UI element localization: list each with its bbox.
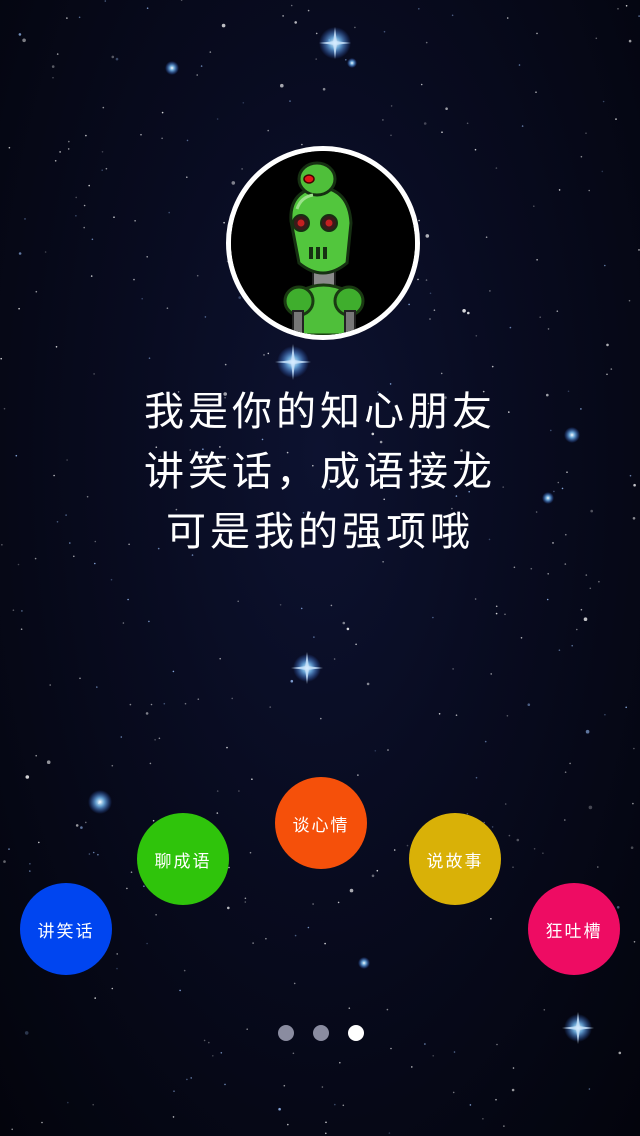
- guide-screen: 我是你的知心朋友 讲笑话，成语接龙 可是我的强项哦 讲笑话 聊成语 谈心情 说故…: [0, 0, 640, 1136]
- page-dot-2[interactable]: [313, 1025, 329, 1041]
- page-dot-1[interactable]: [278, 1025, 294, 1041]
- idiom-chat-button[interactable]: 聊成语: [137, 813, 229, 905]
- intro-line-3: 可是我的强项哦: [166, 509, 474, 555]
- intro-line-2: 讲笑话，成语接龙: [144, 449, 496, 495]
- talk-mood-button[interactable]: 谈心情: [275, 777, 367, 869]
- tell-jokes-button[interactable]: 讲笑话: [20, 883, 112, 975]
- green-robot-icon: [231, 151, 415, 335]
- robot-avatar: [226, 146, 420, 340]
- page-dot-3-active[interactable]: [348, 1025, 364, 1041]
- tell-story-button[interactable]: 说故事: [409, 813, 501, 905]
- rant-button[interactable]: 狂吐槽: [528, 883, 620, 975]
- intro-line-1: 我是你的知心朋友: [144, 389, 496, 435]
